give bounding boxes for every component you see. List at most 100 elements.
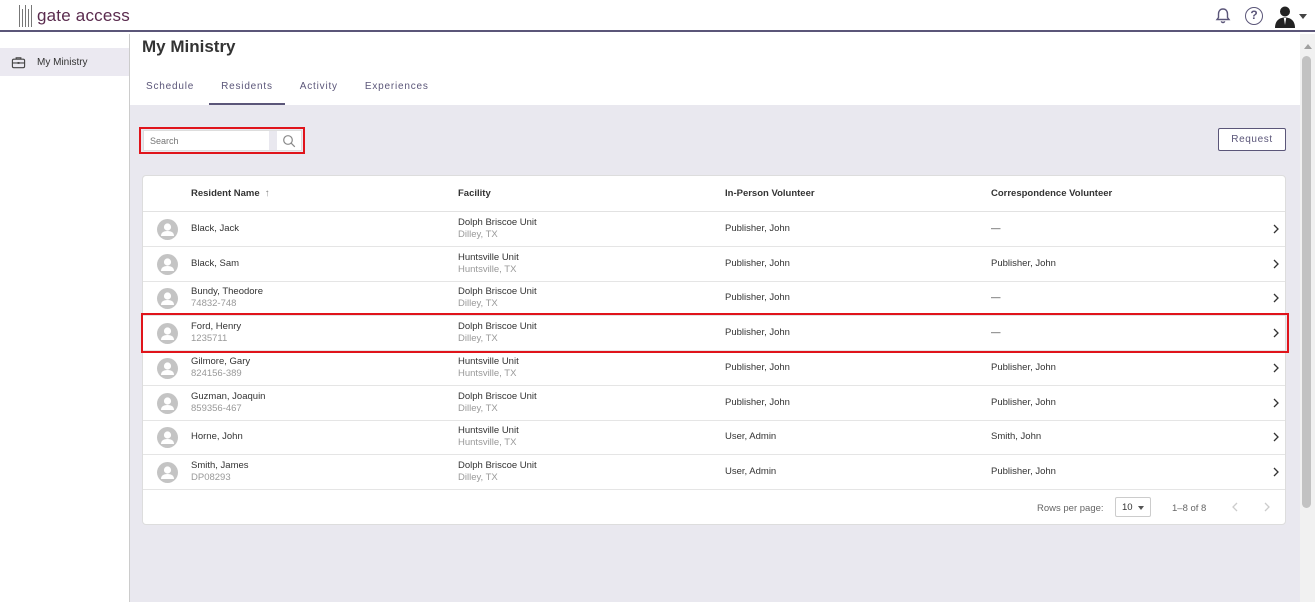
tab-bar: Schedule Residents Activity Experiences [146, 74, 456, 105]
column-header-facility[interactable]: Facility [458, 188, 491, 199]
facility-name: Dolph Briscoe Unit [458, 217, 537, 228]
tab-schedule[interactable]: Schedule [146, 74, 194, 105]
vertical-scrollbar[interactable] [1300, 34, 1315, 602]
chevron-right-icon[interactable] [1271, 431, 1281, 443]
table-row[interactable]: Horne, John Huntsville Unit Huntsville, TX… [143, 420, 1285, 456]
resident-name-cell: Gilmore, Gary 824156-389 [191, 356, 250, 380]
resident-name: Guzman, Joaquin [191, 390, 266, 402]
in-person-volunteer-cell: Publisher, John [725, 257, 790, 269]
facility-location: Dilley, TX [458, 471, 498, 483]
chevron-right-icon[interactable] [1271, 292, 1281, 304]
resident-name: Black, Jack [191, 223, 240, 234]
search-input[interactable] [144, 131, 270, 150]
request-button[interactable]: Request [1218, 128, 1286, 151]
resident-name-cell: Horne, John [191, 431, 243, 443]
chevron-right-icon[interactable] [1271, 362, 1281, 374]
chevron-right-icon[interactable] [1271, 258, 1281, 270]
rows-per-page-value: 10 [1122, 502, 1133, 513]
table-row[interactable]: Black, Jack Dolph Briscoe Unit Dilley, TX P… [143, 212, 1285, 247]
resident-avatar-icon [157, 357, 178, 379]
in-person-volunteer-cell: Publisher, John [725, 396, 790, 408]
facility-location: Huntsville, TX [458, 367, 517, 379]
resident-name: Smith, James [191, 459, 249, 471]
next-page-icon[interactable] [1262, 501, 1272, 513]
table-row[interactable]: Bundy, Theodore 74832-748 Dolph Briscoe Un… [143, 281, 1285, 317]
resident-avatar-icon [157, 253, 178, 275]
user-avatar-icon[interactable] [1273, 4, 1297, 28]
search-button[interactable] [277, 131, 301, 150]
correspondence-volunteer-cell: Smith, John [991, 431, 1042, 443]
facility-location: Dilley, TX [458, 229, 498, 240]
in-person-volunteer-cell: User, Admin [725, 431, 777, 443]
facility-location: Dilley, TX [458, 298, 498, 310]
column-header-in-person-volunteer[interactable]: In-Person Volunteer [725, 188, 815, 199]
facility-name: Dolph Briscoe Unit [458, 286, 537, 298]
chevron-right-icon[interactable] [1271, 397, 1281, 409]
facility-cell: Dolph Briscoe Unit Dilley, TX [458, 286, 537, 310]
facility-cell: Dolph Briscoe Unit Dilley, TX [458, 217, 537, 241]
rows-per-page-select[interactable]: 10 [1115, 497, 1151, 517]
resident-avatar-icon [157, 392, 178, 414]
correspondence-volunteer-cell: Publisher, John [991, 257, 1056, 269]
resident-avatar-icon [157, 427, 178, 449]
search-bar [143, 130, 302, 151]
correspondence-volunteer-cell: — [991, 223, 1001, 234]
user-menu-caret-icon[interactable] [1299, 13, 1307, 19]
table-row[interactable]: Guzman, Joaquin 859356-467 Dolph Briscoe U… [143, 386, 1285, 421]
facility-location: Dilley, TX [458, 402, 498, 414]
resident-name-cell: Smith, James DP08293 [191, 460, 249, 484]
resident-avatar-icon [157, 288, 178, 310]
facility-name: Dolph Briscoe Unit [458, 459, 537, 471]
logo-text: gate access [37, 6, 130, 25]
facility-cell: Huntsville Unit Huntsville, TX [458, 425, 519, 449]
chevron-right-icon[interactable] [1271, 223, 1281, 235]
resident-id: 824156-389 [191, 367, 242, 379]
logo-bars-icon [19, 5, 34, 27]
chevron-right-icon[interactable] [1271, 466, 1281, 478]
correspondence-volunteer-cell: — [991, 292, 1001, 304]
briefcase-icon [11, 56, 26, 68]
facility-cell: Huntsville Unit Huntsville, TX [458, 356, 519, 380]
facility-location: Huntsville, TX [458, 437, 517, 449]
column-header-resident-name[interactable]: Resident Name ↑ [191, 188, 270, 199]
table-header: Resident Name ↑ Facility In-Person Volunt… [143, 176, 1285, 212]
sort-arrow-icon[interactable]: ↑ [265, 188, 270, 199]
resident-avatar-icon [157, 219, 178, 240]
facility-name: Dolph Briscoe Unit [458, 390, 537, 402]
sidebar: My Ministry [0, 34, 130, 602]
in-person-volunteer-cell: Publisher, John [725, 292, 790, 304]
page-title: My Ministry [142, 37, 236, 56]
column-header-correspondence-volunteer[interactable]: Correspondence Volunteer [991, 188, 1112, 199]
facility-name: Huntsville Unit [458, 425, 519, 437]
facility-cell: Dolph Briscoe Unit Dilley, TX [458, 391, 537, 415]
notifications-bell-icon[interactable] [1213, 6, 1233, 26]
logo[interactable]: gate access [19, 3, 130, 29]
tab-experiences[interactable]: Experiences [365, 74, 429, 105]
table-row[interactable]: Smith, James DP08293 Dolph Briscoe Unit Dil… [143, 455, 1285, 490]
scrollbar-thumb[interactable] [1302, 56, 1311, 508]
correspondence-volunteer-cell: Publisher, John [991, 465, 1056, 477]
facility-name: Huntsville Unit [458, 355, 519, 367]
help-icon[interactable]: ? [1245, 7, 1263, 25]
table-row[interactable]: Black, Sam Huntsville Unit Huntsville, TX P… [143, 247, 1285, 282]
pagination: Rows per page: 10 1–8 of 8 [143, 491, 1285, 525]
facility-location: Huntsville, TX [458, 263, 517, 275]
resident-id: 74832-748 [191, 298, 237, 310]
table-row[interactable]: Gilmore, Gary 824156-389 Huntsville Unit Hu… [143, 351, 1285, 386]
page-range: 1–8 of 8 [1172, 503, 1207, 514]
tab-residents[interactable]: Residents [209, 74, 285, 105]
tab-activity[interactable]: Activity [300, 74, 338, 105]
sidebar-item-my-ministry[interactable]: My Ministry [0, 48, 129, 76]
resident-name: Horne, John [191, 431, 243, 443]
scroll-up-arrow-icon[interactable] [1304, 44, 1312, 49]
selected-row-highlight-box [141, 313, 1289, 353]
resident-id: 859356-467 [191, 402, 242, 414]
previous-page-icon[interactable] [1230, 501, 1240, 513]
top-bar: gate access ? [0, 0, 1315, 32]
in-person-volunteer-cell: User, Admin [725, 465, 777, 477]
correspondence-volunteer-cell: Publisher, John [991, 396, 1056, 408]
in-person-volunteer-cell: Publisher, John [725, 361, 790, 373]
resident-name: Gilmore, Gary [191, 355, 251, 367]
facility-cell: Huntsville Unit Huntsville, TX [458, 252, 519, 276]
sidebar-item-label: My Ministry [37, 56, 88, 68]
